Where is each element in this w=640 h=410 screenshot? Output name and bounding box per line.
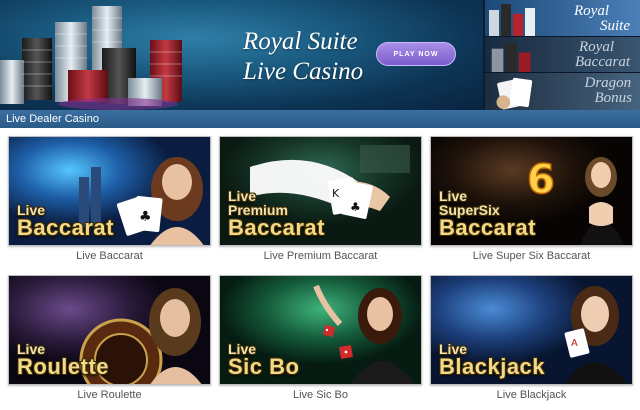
game-caption[interactable]: Live Blackjack bbox=[430, 389, 633, 401]
game-thumbnail[interactable]: A Live Blackjack bbox=[430, 275, 633, 385]
game-title: Live SuperSix Baccarat bbox=[439, 188, 536, 240]
game-title: Live Premium Baccarat bbox=[228, 188, 325, 240]
game-caption[interactable]: Live Super Six Baccarat bbox=[430, 250, 633, 262]
game-title: Live Sic Bo bbox=[228, 341, 300, 379]
game-thumbnail[interactable]: K ♣ Live Premium Baccarat bbox=[219, 136, 422, 246]
game-title: Live Baccarat bbox=[17, 202, 114, 240]
chips-icon bbox=[491, 42, 531, 72]
game-caption[interactable]: Live Roulette bbox=[8, 389, 211, 401]
game-caption[interactable]: Live Sic Bo bbox=[219, 389, 422, 401]
hero-title-line1: Royal Suite bbox=[243, 28, 358, 55]
chips-icon bbox=[0, 6, 182, 110]
sidebar-item-label: Dragon Bonus bbox=[584, 75, 633, 106]
hero-banner[interactable]: Royal Suite Live Casino PLAY NOW bbox=[0, 0, 483, 110]
section-title: Live Dealer Casino bbox=[0, 110, 640, 128]
game-thumbnail[interactable]: ♣ Live Baccarat bbox=[8, 136, 211, 246]
playing-cards-icon bbox=[496, 77, 533, 110]
sidebar-item-label: Royal Suite bbox=[574, 3, 630, 34]
sidebar-item-royal-baccarat[interactable]: Royal Baccarat bbox=[483, 36, 640, 72]
game-title: Live Blackjack bbox=[439, 341, 546, 379]
game-card-live-premium-baccarat[interactable]: K ♣ Live Premium Baccarat Live Premium B… bbox=[219, 136, 422, 262]
sidebar-item-label: Royal Baccarat bbox=[575, 39, 630, 70]
sidebar-item-royal-suite[interactable]: Royal Suite bbox=[483, 0, 640, 36]
svg-text:A: A bbox=[571, 338, 578, 349]
svg-text:K: K bbox=[332, 187, 340, 200]
game-card-live-roulette[interactable]: Live Roulette Live Roulette bbox=[8, 275, 211, 401]
game-caption[interactable]: Live Premium Baccarat bbox=[219, 250, 422, 262]
promo-sidebar: Royal Suite Royal Baccarat Dragon Bonus bbox=[483, 0, 640, 110]
game-thumbnail[interactable]: Live Roulette bbox=[8, 275, 211, 385]
svg-text:♣: ♣ bbox=[139, 209, 152, 225]
svg-text:♣: ♣ bbox=[350, 200, 361, 214]
game-card-live-sic-bo[interactable]: Live Sic Bo Live Sic Bo bbox=[219, 275, 422, 401]
play-now-button[interactable]: PLAY NOW bbox=[376, 42, 456, 66]
game-thumbnail[interactable]: 6 Live SuperSix Baccarat bbox=[430, 136, 633, 246]
game-card-live-baccarat[interactable]: ♣ Live Baccarat Live Baccarat bbox=[8, 136, 211, 262]
sidebar-item-dragon-bonus[interactable]: Dragon Bonus bbox=[483, 72, 640, 110]
game-thumbnail[interactable]: Live Sic Bo bbox=[219, 275, 422, 385]
game-card-live-super-six-baccarat[interactable]: 6 Live SuperSix Baccarat Live Super Six … bbox=[430, 136, 633, 262]
game-caption[interactable]: Live Baccarat bbox=[8, 250, 211, 262]
hero-title-line2: Live Casino bbox=[243, 58, 364, 85]
game-card-live-blackjack[interactable]: A Live Blackjack Live Blackjack bbox=[430, 275, 633, 401]
hero-title: Royal Suite Live Casino bbox=[243, 27, 363, 87]
chips-icon bbox=[489, 4, 535, 36]
game-title: Live Roulette bbox=[17, 341, 109, 379]
